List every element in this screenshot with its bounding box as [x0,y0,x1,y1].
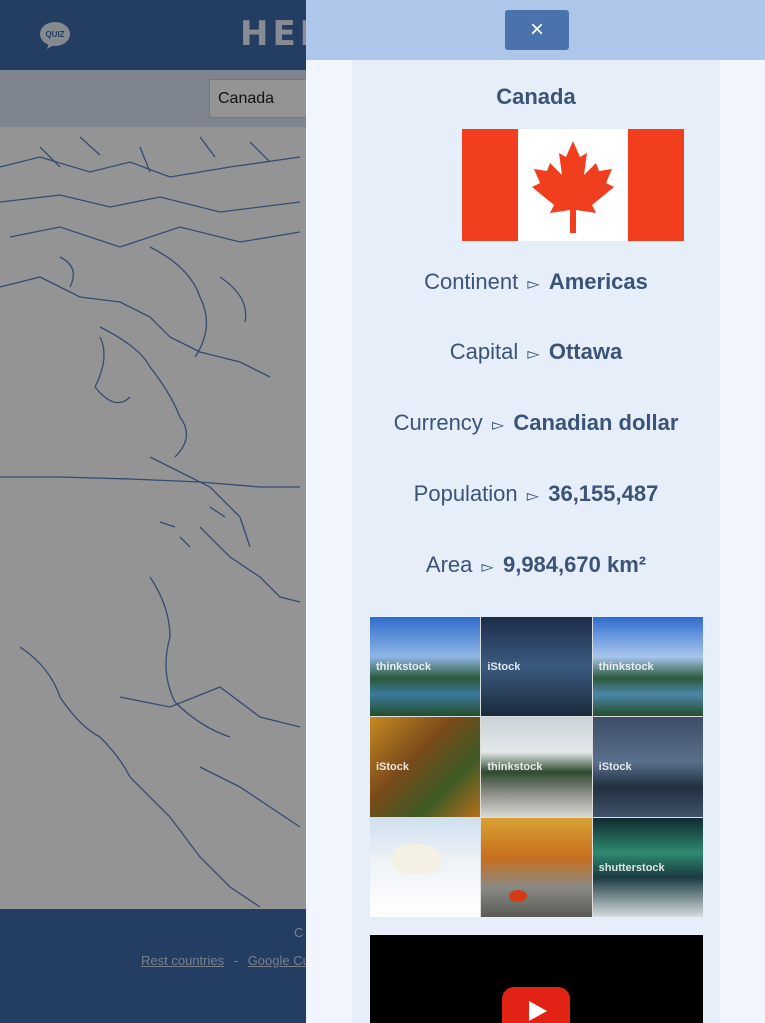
video-player[interactable] [370,935,703,1023]
polar-bear-icon [392,843,442,874]
fact-currency: Currency ▻ Canadian dollar [352,410,720,436]
fact-capital: Capital ▻ Ottawa [352,339,720,365]
fact-label: Continent [424,269,519,294]
panel-header: × [306,0,765,60]
gallery-photo[interactable]: thinkstock [592,617,703,717]
photo-watermark: shutterstock [598,861,665,874]
country-title: Canada [496,84,576,109]
photo-watermark: iStock [598,761,632,774]
gallery-photo[interactable] [481,817,592,917]
photo-watermark: thinkstock [376,661,432,673]
photo-gallery: thinkstock iStock thinkstock iStock thin… [370,617,703,917]
youtube-play-icon[interactable] [502,987,570,1023]
gallery-photo[interactable] [370,817,481,917]
gallery-photo[interactable]: iStock [481,617,592,717]
fact-value: Americas [548,269,648,294]
gallery-photo[interactable]: shutterstock [592,817,703,917]
gallery-photo[interactable]: thinkstock [370,617,481,717]
country-detail-panel: × Canada Continent ▻ Americas Capital ▻ … [306,0,765,1023]
fact-value: Ottawa [548,339,623,364]
arrow-icon: ▻ [527,346,540,363]
fact-value: 9,984,670 km² [502,552,647,577]
fact-area: Area ▻ 9,984,670 km² [352,552,720,578]
fact-label: Currency [393,410,483,435]
photo-watermark: thinkstock [598,661,654,673]
gallery-photo[interactable]: iStock [370,717,481,817]
arrow-icon: ▻ [481,559,494,576]
photo-watermark: iStock [487,661,521,673]
fact-label: Area [425,552,473,577]
arrow-icon: ▻ [491,417,505,434]
arrow-icon: ▻ [526,488,540,505]
country-card: Canada Continent ▻ Americas Capital ▻ Ot… [352,60,720,1023]
maple-leaf-icon [509,889,528,902]
fact-value: 36,155,487 [548,481,659,506]
gallery-photo[interactable]: thinkstock [481,717,592,817]
photo-watermark: iStock [376,761,410,774]
fact-label: Population [413,481,518,506]
gallery-photo[interactable]: iStock [592,717,703,817]
canada-flag-icon [462,129,684,241]
fact-population: Population ▻ 36,155,487 [352,481,720,507]
arrow-icon: ▻ [527,276,540,293]
fact-label: Capital [449,339,519,364]
fact-value: Canadian dollar [513,410,679,435]
close-button[interactable]: × [505,10,569,50]
photo-watermark: thinkstock [487,761,543,774]
fact-continent: Continent ▻ Americas [352,269,720,295]
